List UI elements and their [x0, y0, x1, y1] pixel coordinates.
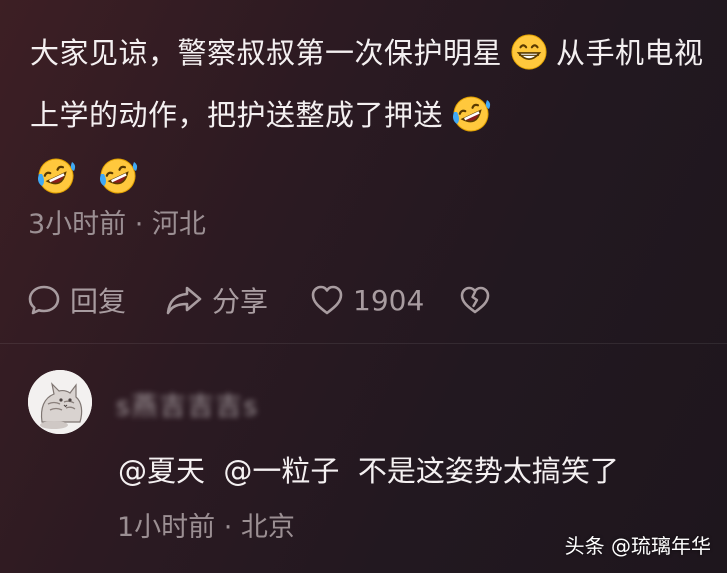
comment-icon	[28, 285, 60, 315]
comment-meta: 1小时前 · 北京	[117, 512, 295, 543]
broken-heart-icon	[460, 286, 490, 314]
reply-button[interactable]: 回复	[26, 280, 136, 320]
post-text-part1: 大家见谅，警察叔叔第一次保护明星	[30, 36, 503, 70]
post-meta: 3小时前 · 河北	[28, 209, 206, 240]
rofl-emoji-icon	[36, 156, 76, 196]
like-count: 1904	[353, 283, 425, 317]
share-icon	[166, 286, 202, 315]
cat-avatar-icon	[28, 370, 92, 434]
share-button[interactable]: 分享	[164, 280, 309, 320]
action-bar: 回复 分享 1904	[26, 280, 492, 320]
dislike-button[interactable]	[458, 284, 492, 316]
comment-username[interactable]: s燕吉吉吉s	[116, 386, 259, 423]
avatar[interactable]	[28, 370, 92, 434]
like-button[interactable]: 1904	[309, 283, 459, 317]
rofl-emoji-icon	[451, 94, 491, 134]
rofl-emoji-icon	[98, 156, 138, 196]
divider	[0, 343, 727, 344]
comment-text: @夏天 @一粒子 不是这姿势太搞笑了	[118, 454, 619, 488]
reply-label: 回复	[70, 285, 127, 318]
watermark: 头条 @琉璃年华	[564, 534, 711, 558]
heart-icon	[311, 285, 343, 315]
post-text: 大家见谅，警察叔叔第一次保护明星 从手机电视上学的动作，把护送整成了押送	[30, 22, 710, 208]
share-label: 分享	[212, 285, 269, 318]
grin-emoji-icon	[510, 33, 548, 71]
